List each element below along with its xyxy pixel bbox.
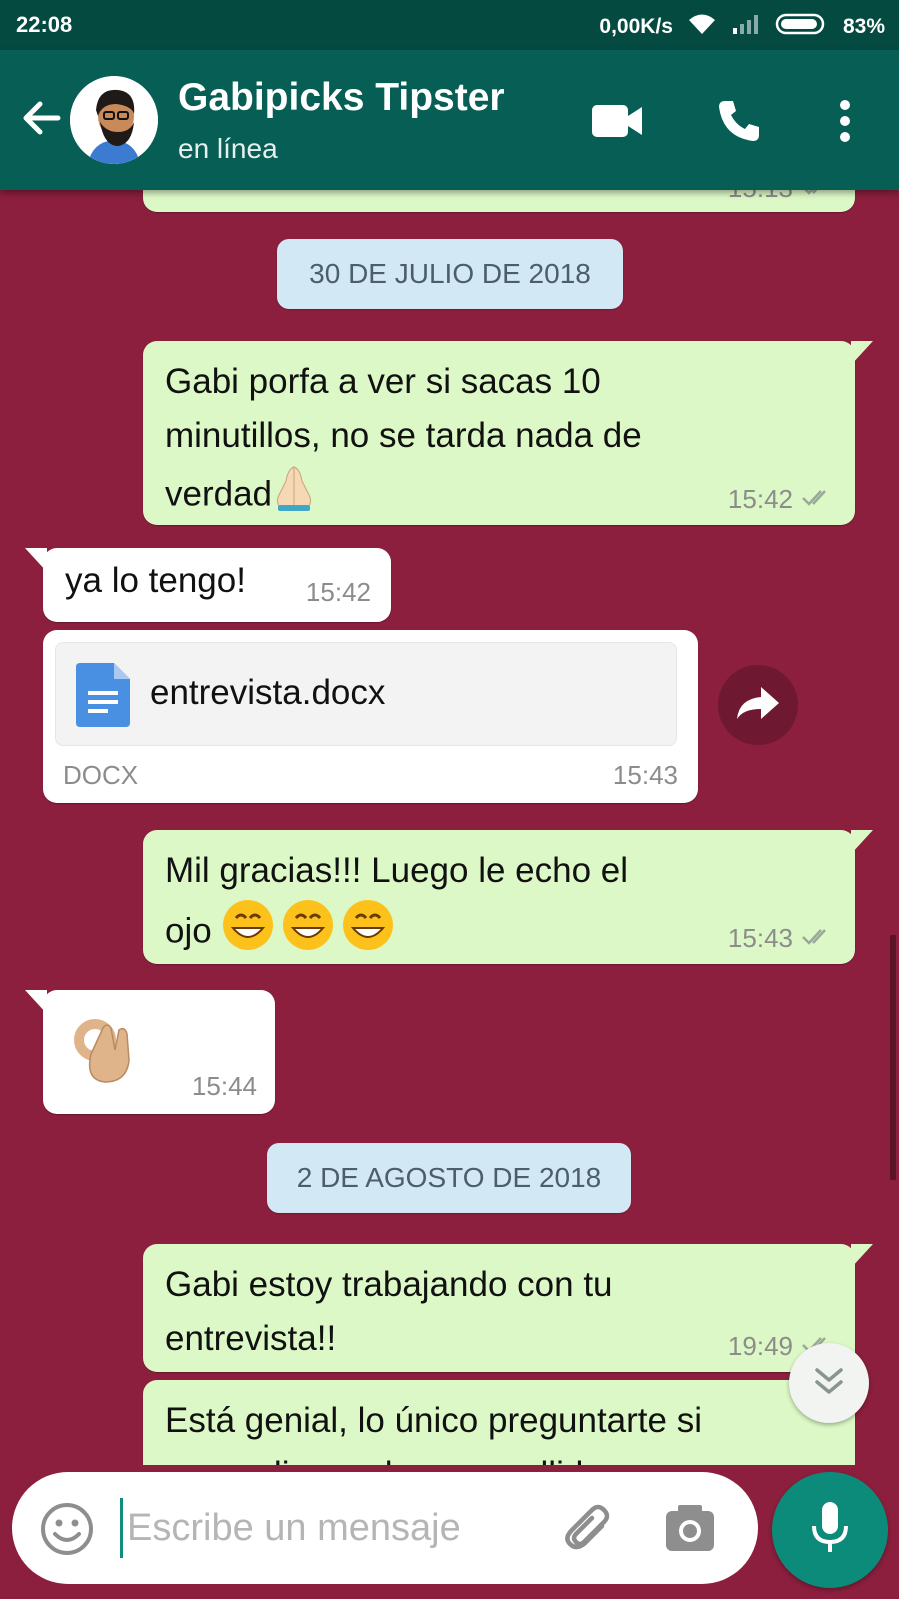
battery-icon (775, 12, 829, 42)
camera-icon[interactable] (664, 1503, 716, 1558)
status-time: 22:08 (16, 12, 73, 37)
message-text: ya lo tengo! (65, 561, 246, 600)
message-time: 15:43 (612, 760, 678, 790)
document-file-icon (76, 663, 130, 732)
message-text: Gabi porfa a ver si sacas 10 minutillos,… (165, 355, 642, 529)
message-text: Gabi estoy trabajando con tu entrevista!… (165, 1265, 613, 1358)
attach-icon[interactable] (562, 1504, 614, 1561)
message-time: 15:44 (191, 1071, 257, 1101)
contact-status: en línea (178, 133, 278, 164)
message-bubble-incoming[interactable]: 15:44 (25, 990, 275, 1114)
avatar[interactable] (70, 76, 158, 164)
date-label: 2 DE AGOSTO DE 2018 (296, 1162, 602, 1193)
message-document[interactable]: entrevista.docx DOCX 15:43 (43, 630, 698, 803)
document-file-type: DOCX (63, 760, 139, 790)
video-call-icon[interactable] (590, 94, 644, 148)
message-time: 15:42 (305, 577, 371, 607)
folded-hands-icon (272, 463, 316, 529)
message-time: 15:42 (727, 484, 793, 514)
chat-header: Gabipicks Tipster en línea (0, 50, 899, 190)
phone-call-icon[interactable] (712, 94, 766, 148)
network-speed: 0,00K/s (599, 15, 673, 38)
message-bubble-outgoing[interactable]: Mil gracias!!! Luego le echo el ojo 15:4… (143, 830, 873, 964)
document-file-name: entrevista.docx (150, 673, 386, 712)
status-indicators: 0,00K/s 83% (599, 12, 885, 42)
double-check-icon (801, 190, 837, 204)
voice-message-button[interactable] (772, 1472, 888, 1588)
chevron-double-down-icon (811, 1366, 847, 1401)
message-time: 15:13 (728, 190, 793, 204)
message-text: Está genial, lo único preguntarte si me … (165, 1401, 702, 1465)
message-time: 15:43 (727, 923, 793, 953)
emoji-icon[interactable] (40, 1502, 94, 1561)
message-meta: 15:13 (728, 190, 837, 204)
message-text: Mil gracias!!! Luego le echo el ojo (165, 844, 628, 968)
date-divider: 30 DE JULIO DE 2018 (277, 239, 623, 309)
document-card[interactable]: entrevista.docx (55, 642, 677, 746)
message-time: 19:49 (727, 1331, 793, 1361)
signal-icon (731, 12, 761, 42)
message-input[interactable] (120, 1498, 557, 1558)
double-check-icon (801, 484, 837, 515)
message-bubble-outgoing[interactable]: Gabi estoy trabajando con tu entrevista!… (143, 1244, 873, 1372)
message-bubble-outgoing[interactable]: Gabi porfa a ver si sacas 10 minutillos,… (143, 341, 873, 525)
scroll-to-bottom-button[interactable] (789, 1343, 869, 1423)
message-meta: 15:42 (728, 484, 837, 515)
forward-arrow-icon (735, 683, 781, 728)
forward-button[interactable] (718, 665, 798, 745)
bubble-tail (25, 990, 47, 1014)
date-divider: 2 DE AGOSTO DE 2018 (267, 1143, 631, 1213)
message-meta: 15:43 (613, 760, 678, 791)
scrollbar[interactable] (890, 935, 896, 1180)
double-check-icon (801, 923, 837, 954)
message-bubble-incoming[interactable]: ya lo tengo! 15:42 (25, 548, 391, 622)
bubble-tail (851, 830, 873, 854)
bubble-tail (851, 1244, 873, 1268)
date-label: 30 DE JULIO DE 2018 (309, 258, 591, 289)
back-arrow-icon[interactable] (18, 94, 66, 142)
message-bubble-partial[interactable]: 15:13 (143, 190, 855, 212)
message-composer (12, 1472, 758, 1584)
bubble-tail (851, 341, 873, 365)
grinning-face-icon (221, 898, 397, 968)
message-meta: 15:42 (306, 577, 371, 608)
status-bar: 22:08 0,00K/s 83% (0, 0, 899, 50)
message-meta: 15:43 (728, 923, 837, 954)
more-options-icon[interactable] (818, 94, 872, 148)
bubble-tail (25, 548, 47, 572)
chat-area[interactable]: 15:13 30 DE JULIO DE 2018 Gabi porfa a v… (0, 190, 899, 1465)
contact-name[interactable]: Gabipicks Tipster (178, 76, 505, 120)
message-bubble-outgoing[interactable]: Está genial, lo único preguntarte si me … (143, 1380, 855, 1465)
ok-hand-icon (71, 1010, 137, 1091)
microphone-icon (810, 1500, 850, 1561)
wifi-icon (687, 12, 717, 42)
battery-level: 83% (842, 15, 885, 38)
message-meta: 15:44 (192, 1071, 257, 1102)
